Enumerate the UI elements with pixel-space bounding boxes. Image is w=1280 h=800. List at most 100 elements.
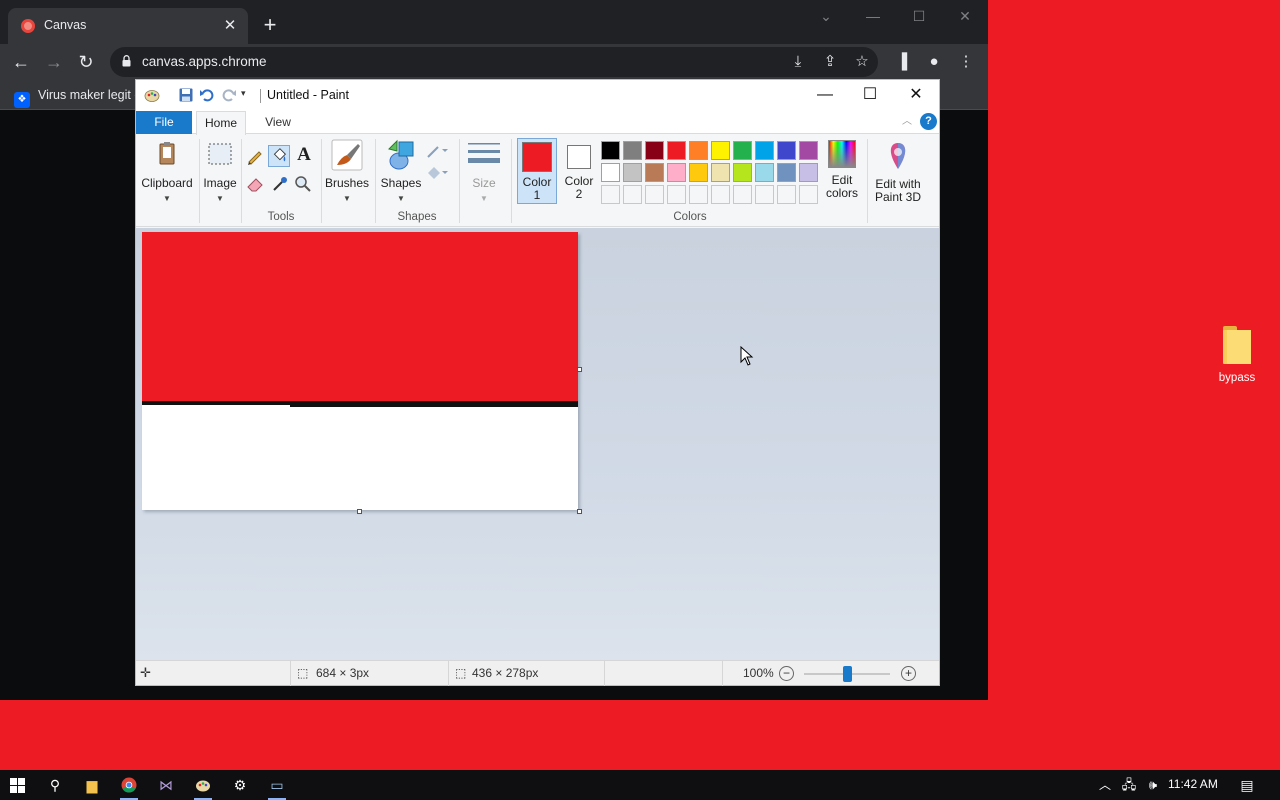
forward-button[interactable]: → — [41, 50, 67, 74]
paint-taskbar-icon[interactable] — [190, 773, 216, 800]
palette-swatch[interactable] — [623, 141, 642, 160]
file-explorer-icon[interactable]: ▆ — [79, 773, 105, 797]
palette-swatch[interactable] — [645, 141, 664, 160]
custom-color-slot[interactable] — [667, 185, 686, 204]
collapse-ribbon-icon[interactable]: ︿ — [900, 115, 914, 129]
fill-icon[interactable] — [426, 165, 450, 181]
palette-swatch[interactable] — [777, 163, 796, 182]
palette-swatch[interactable] — [689, 163, 708, 182]
palette-swatch[interactable] — [645, 163, 664, 182]
edit-paint3d-button[interactable]: Edit with Paint 3D — [871, 140, 925, 204]
back-button[interactable]: ← — [8, 50, 34, 74]
close-tab-icon[interactable]: ✕ — [220, 16, 240, 36]
color-picker-icon[interactable] — [271, 175, 289, 193]
remote-desktop-icon[interactable]: ▭ — [264, 773, 290, 800]
address-bar[interactable]: canvas.apps.chrome — [110, 47, 878, 77]
palette-swatch[interactable] — [733, 141, 752, 160]
tab-search-icon[interactable]: ⌄ — [811, 6, 841, 26]
size-button[interactable]: Size ▼ — [464, 139, 504, 205]
settings-gear-icon[interactable]: ⚙ — [227, 773, 253, 797]
custom-color-slot[interactable] — [689, 185, 708, 204]
custom-color-slot[interactable] — [623, 185, 642, 204]
palette-swatch[interactable] — [755, 141, 774, 160]
custom-color-slot[interactable] — [711, 185, 730, 204]
notifications-icon[interactable]: ▤ — [1234, 773, 1260, 797]
minimize-button[interactable]: — — [858, 6, 888, 26]
show-hidden-icons-icon[interactable]: ︿ — [1092, 773, 1118, 797]
save-icon[interactable] — [178, 87, 194, 103]
zoom-slider-track[interactable] — [804, 666, 890, 682]
browser-tab[interactable]: Canvas ✕ — [8, 8, 248, 44]
image-button[interactable]: Image ▼ — [202, 139, 238, 205]
customize-quick-access-icon[interactable]: ▾ — [241, 88, 246, 99]
reload-button[interactable]: ↻ — [73, 50, 99, 74]
text-tool-icon[interactable]: A — [294, 144, 314, 166]
resize-handle-corner[interactable] — [577, 509, 582, 514]
help-icon[interactable]: ? — [920, 113, 937, 130]
color1-button[interactable]: Color 1 — [517, 138, 557, 204]
paint-close-button[interactable]: ✕ — [901, 84, 931, 106]
outline-icon[interactable] — [426, 143, 450, 159]
brushes-button[interactable]: Brushes ▼ — [324, 139, 370, 205]
canvas-workspace[interactable] — [136, 228, 939, 660]
resize-handle-bottom[interactable] — [357, 509, 362, 514]
palette-swatch[interactable] — [733, 163, 752, 182]
custom-color-slot[interactable] — [645, 185, 664, 204]
magnifier-icon[interactable] — [294, 175, 312, 193]
zoom-slider-thumb[interactable] — [842, 666, 852, 682]
color2-button[interactable]: Color 2 — [561, 138, 597, 201]
palette-swatch[interactable] — [799, 141, 818, 160]
install-app-icon[interactable]: ⤓ — [788, 52, 808, 72]
tab-view[interactable]: View — [256, 111, 300, 134]
palette-swatch[interactable] — [601, 163, 620, 182]
palette-swatch[interactable] — [601, 141, 620, 160]
pencil-icon[interactable] — [246, 147, 264, 165]
edit-colors-button[interactable]: Edit colors — [820, 140, 864, 200]
palette-swatch[interactable] — [667, 163, 686, 182]
desktop-folder-bypass[interactable]: bypass — [1212, 326, 1262, 384]
palette-swatch[interactable] — [689, 141, 708, 160]
paint-maximize-button[interactable]: ☐ — [855, 84, 885, 106]
close-window-button[interactable]: ✕ — [950, 6, 980, 26]
start-windows-icon[interactable] — [10, 778, 25, 793]
shapes-button[interactable]: Shapes ▼ — [380, 139, 422, 205]
undo-icon[interactable] — [199, 87, 215, 103]
side-panel-icon[interactable]: ▐ — [892, 52, 912, 72]
palette-swatch[interactable] — [799, 163, 818, 182]
maximize-button[interactable]: ☐ — [904, 6, 934, 26]
zoom-out-button[interactable]: − — [779, 666, 794, 681]
fill-bucket-icon[interactable] — [268, 145, 290, 167]
drawing-canvas[interactable] — [142, 232, 578, 510]
palette-swatch[interactable] — [755, 163, 774, 182]
clipboard-button[interactable]: Clipboard ▼ — [140, 139, 194, 205]
menu-icon[interactable]: ⋮ — [956, 52, 976, 72]
new-tab-button[interactable]: + — [258, 14, 282, 38]
search-icon[interactable]: ⚲ — [42, 773, 68, 797]
eraser-icon[interactable] — [246, 175, 264, 193]
paint-minimize-button[interactable]: — — [810, 84, 840, 106]
tab-file[interactable]: File — [136, 111, 192, 134]
resize-handle-right[interactable] — [577, 367, 582, 372]
redo-icon[interactable] — [221, 87, 237, 103]
custom-color-slot[interactable] — [799, 185, 818, 204]
zoom-in-button[interactable]: + — [901, 666, 916, 681]
share-icon[interactable]: ⇪ — [820, 52, 840, 72]
palette-swatch[interactable] — [711, 163, 730, 182]
tab-home[interactable]: Home — [196, 111, 246, 135]
palette-swatch[interactable] — [667, 141, 686, 160]
custom-color-slot[interactable] — [755, 185, 774, 204]
custom-color-slot[interactable] — [777, 185, 796, 204]
custom-color-slot[interactable] — [601, 185, 620, 204]
clock-time[interactable]: 11:42 AM — [1168, 777, 1218, 791]
volume-icon[interactable]: 🕪 — [1140, 773, 1166, 797]
bookmark-item[interactable]: ❖ Virus maker legit c — [14, 85, 141, 108]
custom-color-slot[interactable] — [733, 185, 752, 204]
bookmark-star-icon[interactable]: ☆ — [852, 52, 872, 72]
network-icon[interactable]: 🖧 — [1116, 773, 1142, 797]
palette-swatch[interactable] — [777, 141, 796, 160]
profile-icon[interactable]: ● — [924, 52, 944, 72]
visual-studio-icon[interactable]: ⋈ — [153, 773, 179, 797]
palette-swatch[interactable] — [623, 163, 642, 182]
chrome-taskbar-icon[interactable] — [116, 773, 142, 800]
palette-swatch[interactable] — [711, 141, 730, 160]
